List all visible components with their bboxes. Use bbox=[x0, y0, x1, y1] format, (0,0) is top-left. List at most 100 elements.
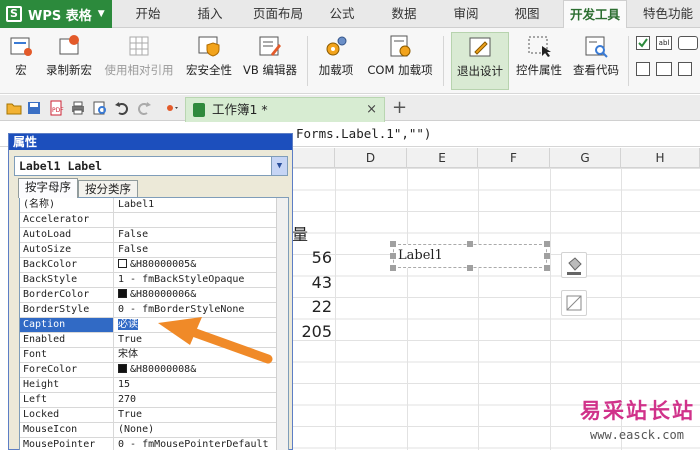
property-value-text: 15 bbox=[118, 379, 131, 390]
property-row[interactable]: MousePointer 0 - fmMousePointerDefault bbox=[20, 438, 288, 450]
property-name: MouseIcon bbox=[20, 423, 114, 437]
tab-alphabetic[interactable]: 按字母序 bbox=[18, 178, 78, 198]
vb-editor-button[interactable]: VB 编辑器 bbox=[240, 32, 300, 90]
properties-title[interactable]: 属性 bbox=[9, 134, 292, 150]
property-name: (名称) bbox=[20, 198, 114, 212]
tab-insert[interactable]: 插入 bbox=[186, 0, 234, 28]
column-header-h[interactable]: H bbox=[621, 148, 700, 168]
document-tab[interactable]: 工作簿1 * × bbox=[185, 97, 385, 122]
print-preview-icon[interactable] bbox=[92, 100, 108, 116]
property-value[interactable]: 270 bbox=[115, 393, 288, 407]
macro-button[interactable]: 宏 bbox=[4, 32, 38, 90]
record-macro-button[interactable]: 录制新宏 bbox=[42, 32, 96, 90]
property-value[interactable]: 15 bbox=[115, 378, 288, 392]
resize-handle[interactable] bbox=[390, 265, 396, 271]
tab-view[interactable]: 视图 bbox=[505, 0, 549, 28]
control-properties-button[interactable]: 控件属性 bbox=[512, 32, 566, 90]
property-scrollbar[interactable] bbox=[276, 198, 288, 450]
property-row[interactable]: BackColor &H80000005& bbox=[20, 258, 288, 273]
property-row[interactable]: BackStyle 1 - fmBackStyleOpaque bbox=[20, 273, 288, 288]
tab-formulas[interactable]: 公式 bbox=[320, 0, 364, 28]
cell-value[interactable]: 205 bbox=[290, 322, 332, 341]
redo-icon[interactable] bbox=[136, 100, 152, 116]
combobox-control-icon[interactable] bbox=[656, 62, 672, 76]
property-row[interactable]: BorderColor &H80000006& bbox=[20, 288, 288, 303]
column-header-f[interactable]: F bbox=[478, 148, 550, 168]
property-value[interactable]: (None) bbox=[115, 423, 288, 437]
property-value[interactable]: Label1 bbox=[115, 198, 288, 212]
tab-categorized[interactable]: 按分类序 bbox=[78, 180, 138, 198]
property-value[interactable]: 1 - fmBackStyleOpaque bbox=[115, 273, 288, 287]
checkbox-control-icon[interactable] bbox=[636, 36, 650, 50]
property-value[interactable]: &H80000005& bbox=[115, 258, 288, 272]
customize-toolbar-icon[interactable] bbox=[164, 100, 180, 116]
save-icon[interactable] bbox=[26, 100, 42, 116]
property-row[interactable]: Locked True bbox=[20, 408, 288, 423]
resize-handle[interactable] bbox=[467, 241, 473, 247]
property-row[interactable]: Accelerator bbox=[20, 213, 288, 228]
new-tab-button[interactable]: + bbox=[392, 97, 407, 118]
relative-reference-button[interactable]: 使用相对引用 bbox=[100, 32, 178, 90]
cell-value[interactable]: 56 bbox=[290, 248, 332, 267]
button-control-icon[interactable] bbox=[678, 36, 698, 50]
column-header-partial[interactable] bbox=[290, 148, 335, 168]
tab-review[interactable]: 审阅 bbox=[444, 0, 488, 28]
ribbon-separator bbox=[443, 36, 444, 86]
print-icon[interactable] bbox=[70, 100, 86, 116]
app-menu-button[interactable]: S WPS 表格 ▼ bbox=[0, 0, 112, 28]
resize-handle[interactable] bbox=[544, 253, 550, 259]
view-code-button[interactable]: 查看代码 bbox=[569, 32, 623, 90]
resize-handle[interactable] bbox=[544, 241, 550, 247]
property-row[interactable]: Left 270 bbox=[20, 393, 288, 408]
macro-security-label: 宏安全性 bbox=[186, 63, 232, 77]
tab-data[interactable]: 数据 bbox=[382, 0, 426, 28]
exit-design-button[interactable]: 退出设计 bbox=[451, 32, 509, 90]
property-value[interactable]: &H80000006& bbox=[115, 288, 288, 302]
column-header-d[interactable]: D bbox=[335, 148, 407, 168]
resize-handle[interactable] bbox=[390, 253, 396, 259]
com-addins-button[interactable]: COM 加载项 bbox=[362, 32, 438, 90]
app-window: { "app": { "name": "WPS 表格", "logo_lette… bbox=[0, 0, 700, 450]
spreadsheet-icon bbox=[193, 103, 205, 117]
chevron-down-icon: ▼ bbox=[97, 9, 105, 19]
property-row[interactable]: MouseIcon (None) bbox=[20, 423, 288, 438]
tab-special[interactable]: 特色功能 bbox=[636, 0, 700, 28]
object-selector[interactable]: Label1 Label ▼ bbox=[14, 156, 288, 176]
open-folder-icon[interactable] bbox=[6, 100, 22, 116]
addins-button[interactable]: 加载项 bbox=[314, 32, 358, 90]
tab-page-layout[interactable]: 页面布局 bbox=[248, 0, 308, 28]
property-row[interactable]: Height 15 bbox=[20, 378, 288, 393]
listbox-control-icon[interactable] bbox=[636, 62, 650, 76]
macro-security-button[interactable]: 宏安全性 bbox=[182, 32, 236, 90]
property-value[interactable]: False bbox=[115, 243, 288, 257]
resize-handle[interactable] bbox=[544, 265, 550, 271]
svg-text:PDF: PDF bbox=[52, 107, 64, 114]
fill-color-icon[interactable] bbox=[561, 252, 587, 278]
tab-home[interactable]: 开始 bbox=[124, 0, 172, 28]
property-value[interactable]: True bbox=[115, 408, 288, 422]
resize-handle[interactable] bbox=[390, 241, 396, 247]
tab-developer[interactable]: 开发工具 bbox=[563, 0, 627, 29]
property-value[interactable]: 0 - fmMousePointerDefault bbox=[115, 438, 288, 450]
formula-input[interactable]: Forms.Label.1","") bbox=[296, 126, 431, 141]
property-row[interactable]: (名称) Label1 bbox=[20, 198, 288, 213]
border-style-icon[interactable] bbox=[561, 290, 587, 316]
scrollbar-control-icon[interactable] bbox=[678, 62, 692, 76]
property-value-text: True bbox=[118, 334, 143, 345]
undo-icon[interactable] bbox=[114, 100, 130, 116]
property-value-text: 1 - fmBackStyleOpaque bbox=[118, 274, 245, 285]
column-header-g[interactable]: G bbox=[550, 148, 621, 168]
resize-handle[interactable] bbox=[467, 265, 473, 271]
chevron-down-icon[interactable]: ▼ bbox=[271, 157, 287, 175]
property-value[interactable]: False bbox=[115, 228, 288, 242]
close-tab-icon[interactable]: × bbox=[366, 98, 377, 121]
textbox-control-icon[interactable]: abl bbox=[656, 36, 672, 50]
column-header-e[interactable]: E bbox=[407, 148, 478, 168]
pdf-export-icon[interactable]: PDF bbox=[48, 100, 64, 116]
property-value-text: False bbox=[118, 229, 149, 240]
property-row[interactable]: AutoLoad False bbox=[20, 228, 288, 243]
property-name: Caption bbox=[20, 318, 114, 332]
cell-value[interactable]: 22 bbox=[290, 297, 332, 316]
cell-value[interactable]: 43 bbox=[290, 273, 332, 292]
property-row[interactable]: AutoSize False bbox=[20, 243, 288, 258]
